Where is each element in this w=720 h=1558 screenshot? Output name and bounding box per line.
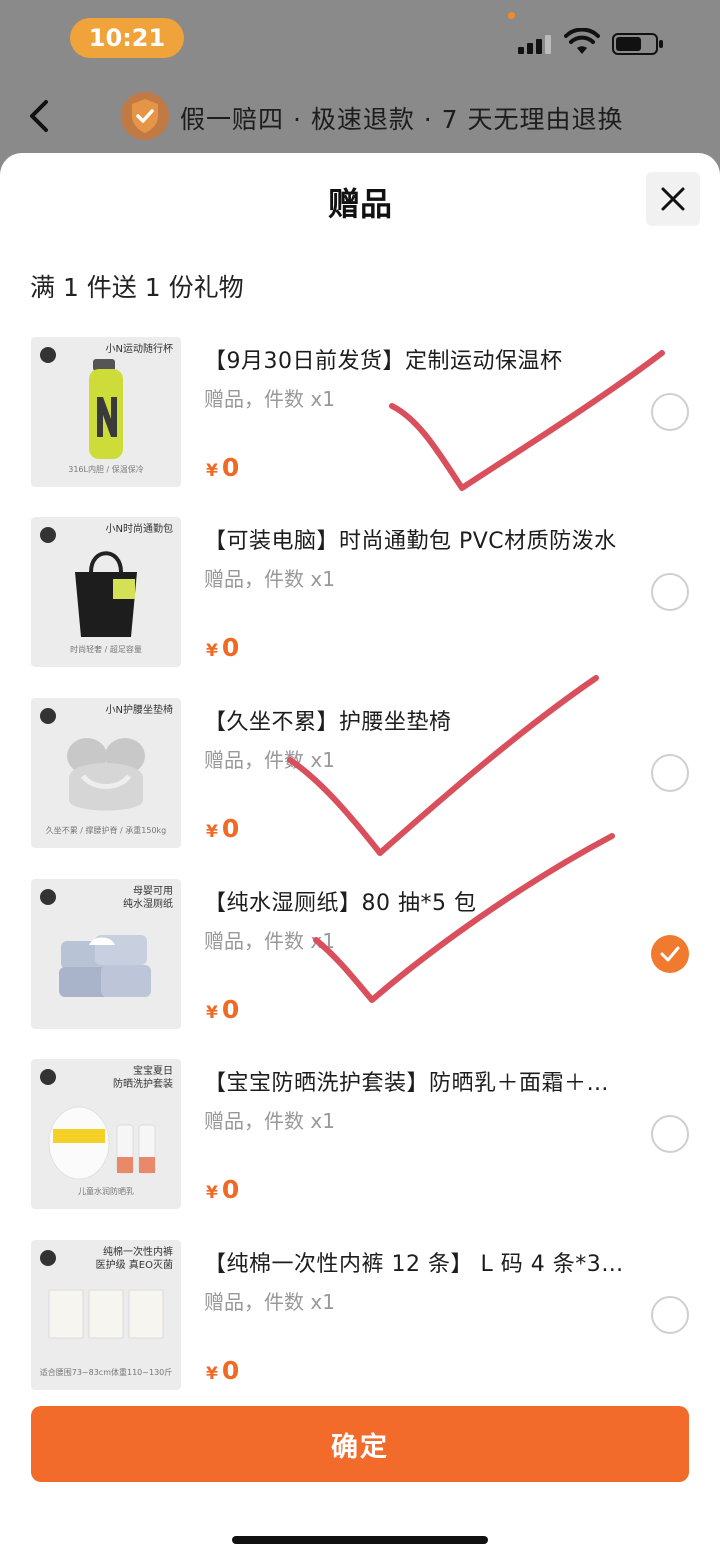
gift-item[interactable]: 小N运动随行杯 316L内胆 / 保温保冷 【9月30日前发货】定制运动保温杯 … (0, 337, 720, 497)
gift-rule-text: 满 1 件送 1 份礼物 (30, 273, 244, 302)
gift-meta: 赠品，件数 x1 (204, 1290, 335, 1314)
home-indicator (232, 1536, 488, 1544)
gift-name: 【纯水湿厕纸】80 抽*5 包 (204, 891, 477, 916)
select-radio[interactable] (651, 393, 689, 431)
close-icon (661, 187, 685, 211)
guarantee-bar: 假一赔四 · 极速退款 · 7 天无理由退换 (0, 80, 720, 160)
cellular-signal-icon (518, 34, 552, 54)
gift-meta: 赠品，件数 x1 (204, 748, 335, 772)
thumb-caption: 久坐不累 / 撑腰护脊 / 承重150kg (45, 826, 167, 835)
gift-sheet: 赠品 满 1 件送 1 份礼物 小N运动随行杯 316L内胆 / 保温保冷 【9… (0, 153, 720, 1558)
guarantee-text: 假一赔四 · 极速退款 · 7 天无理由退换 (180, 105, 624, 134)
gift-item[interactable]: 母婴可用 纯水湿厕纸 【纯水湿厕纸】80 抽*5 包 赠品，件数 x1 ¥0 (0, 879, 720, 1039)
gift-thumbnail: 小N护腰坐垫椅 久坐不累 / 撑腰护脊 / 承重150kg (31, 698, 181, 848)
sheet-title: 赠品 (327, 185, 392, 223)
shield-check-icon (121, 92, 169, 140)
gift-name: 【9月30日前发货】定制运动保温杯 (204, 349, 563, 374)
gift-price: ¥0 (206, 633, 240, 662)
privacy-indicator-dot (508, 12, 515, 19)
gift-thumbnail: 纯棉一次性内裤 医护级 真EO灭菌 适合腰围73~83cm体重110~130斤 (31, 1240, 181, 1390)
gift-price: ¥0 (206, 814, 240, 843)
thumb-caption: 316L内胆 / 保温保冷 (68, 465, 144, 474)
gift-meta: 赠品，件数 x1 (204, 387, 335, 411)
thumb-caption: 时尚轻奢 / 超足容量 (70, 645, 142, 654)
gift-item[interactable]: 纯棉一次性内裤 医护级 真EO灭菌 适合腰围73~83cm体重110~130斤 … (0, 1240, 720, 1400)
close-button[interactable] (646, 172, 700, 226)
gift-thumbnail: 小N时尚通勤包 时尚轻奢 / 超足容量 (31, 517, 181, 667)
back-arrow-icon[interactable] (22, 96, 56, 136)
gift-price: ¥0 (206, 453, 240, 482)
wet-wipes-image (59, 935, 151, 997)
gift-name: 【久坐不累】护腰坐垫椅 (204, 710, 452, 735)
confirm-button[interactable]: 确定 (31, 1406, 689, 1482)
gift-meta: 赠品，件数 x1 (204, 567, 335, 591)
select-radio-checked[interactable] (651, 935, 689, 973)
check-icon (660, 946, 680, 962)
gift-thumbnail: 母婴可用 纯水湿厕纸 (31, 879, 181, 1029)
battery-icon (612, 33, 663, 55)
gift-item[interactable]: 宝宝夏日 防晒洗护套装 儿童水润防晒乳 【宝宝防晒洗护套装】防晒乳＋面霜＋沐浴露… (0, 1059, 720, 1219)
gift-meta: 赠品，件数 x1 (204, 929, 335, 953)
gift-price: ¥0 (206, 995, 240, 1024)
gift-thumbnail: 宝宝夏日 防晒洗护套装 儿童水润防晒乳 (31, 1059, 181, 1209)
thumb-caption: 儿童水润防晒乳 (78, 1187, 134, 1196)
select-radio[interactable] (651, 754, 689, 792)
select-radio[interactable] (651, 573, 689, 611)
gift-item[interactable]: 小N护腰坐垫椅 久坐不累 / 撑腰护脊 / 承重150kg 【久坐不累】护腰坐垫… (0, 698, 720, 858)
status-bar: 10:21 (0, 0, 720, 80)
select-radio[interactable] (651, 1115, 689, 1153)
thumb-caption: 适合腰围73~83cm体重110~130斤 (39, 1368, 173, 1377)
gift-price: ¥0 (206, 1356, 240, 1385)
gift-meta: 赠品，件数 x1 (204, 1109, 335, 1133)
wifi-icon (564, 28, 600, 54)
gift-name: 【宝宝防晒洗护套装】防晒乳＋面霜＋沐浴露 (204, 1071, 624, 1096)
gift-price: ¥0 (206, 1175, 240, 1204)
gift-item[interactable]: 小N时尚通勤包 时尚轻奢 / 超足容量 【可装电脑】时尚通勤包 PVC材质防泼水… (0, 517, 720, 677)
gift-thumbnail: 小N运动随行杯 316L内胆 / 保温保冷 (31, 337, 181, 487)
status-time: 10:21 (70, 18, 184, 58)
gift-name: 【可装电脑】时尚通勤包 PVC材质防泼水 (204, 529, 617, 554)
gift-name: 【纯棉一次性内裤 12 条】 L 码 4 条*3 盒 (204, 1252, 624, 1277)
select-radio[interactable] (651, 1296, 689, 1334)
